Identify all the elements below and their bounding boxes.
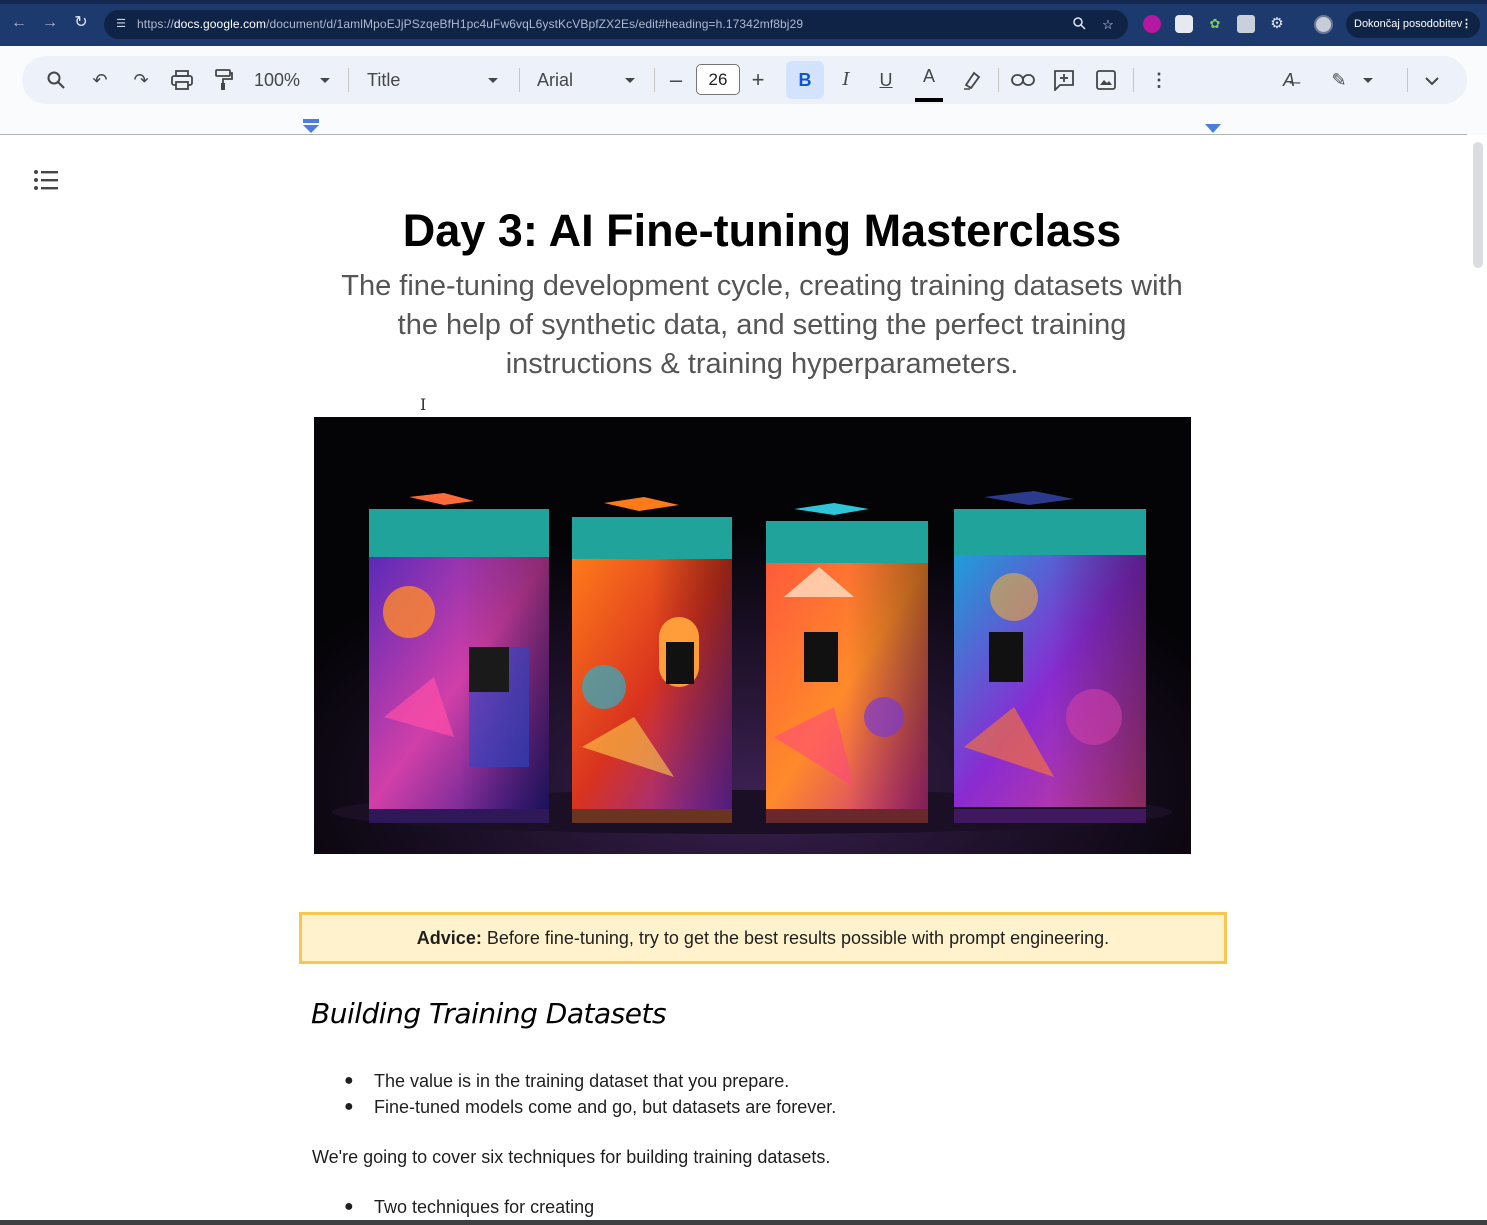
redo-icon[interactable]: ↷ (129, 68, 153, 92)
bullet-icon: ● (344, 1098, 354, 1115)
italic-button[interactable]: I (834, 68, 858, 92)
window-bottom-edge (0, 1220, 1487, 1225)
text-color-swatch (915, 98, 943, 102)
update-button[interactable]: Dokončaj posodobitev ⋮ (1346, 11, 1480, 38)
bullet-list-dataset-value: ● The value is in the training dataset th… (340, 1068, 836, 1120)
bullet-list-techniques: ● Two techniques for creating (340, 1194, 594, 1220)
back-icon[interactable]: ← (10, 14, 28, 32)
bullet-icon: ● (344, 1198, 354, 1215)
extension-red-icon[interactable] (1143, 15, 1161, 33)
address-bar[interactable]: ☰ https://docs.google.com/document/d/1am… (104, 10, 1128, 39)
list-item[interactable]: ● Fine-tuned models come and go, but data… (340, 1094, 836, 1120)
font-size-input[interactable]: 26 (696, 64, 740, 95)
document-subtitle[interactable]: The fine-tuning development cycle, creat… (322, 267, 1202, 384)
increase-font-size-icon[interactable]: + (746, 68, 770, 92)
underline-button[interactable]: U (874, 68, 898, 92)
forward-icon[interactable]: → (41, 14, 59, 32)
extension-wallet-icon[interactable] (1175, 15, 1193, 33)
heading-building-training-datasets[interactable]: Building Training Datasets (311, 996, 667, 1032)
paragraph-style-select[interactable]: Title (367, 68, 400, 92)
hero-image-packaging-boxes[interactable] (314, 417, 1191, 854)
left-indent-marker[interactable] (303, 119, 319, 133)
more-options-icon[interactable]: ⋮ (1147, 68, 1171, 92)
update-label: Dokončaj posodobitev (1354, 18, 1463, 30)
zoom-value[interactable]: 100% (254, 68, 300, 92)
list-item[interactable]: ● The value is in the training dataset th… (340, 1068, 836, 1094)
advice-text: Before fine-tuning, try to get the best … (481, 928, 1110, 948)
extension-green-icon[interactable]: ✿ (1206, 15, 1224, 33)
profile-avatar[interactable] (1314, 15, 1333, 34)
list-item[interactable]: ● Two techniques for creating (340, 1194, 594, 1220)
undo-icon[interactable]: ↶ (88, 68, 112, 92)
paint-format-icon[interactable] (211, 68, 235, 92)
add-comment-icon[interactable] (1052, 68, 1076, 93)
insert-link-icon[interactable] (1011, 68, 1035, 92)
editing-mode-dropdown-icon[interactable] (1363, 78, 1373, 83)
spellcheck-icon[interactable]: A̶ (1277, 68, 1301, 92)
toolbar-divider (1407, 68, 1408, 92)
browser-title-bar: ← → ↻ ☰ https://docs.google.com/document… (0, 0, 1487, 46)
url-prefix: https:// (137, 17, 174, 31)
vertical-scrollbar[interactable] (1467, 135, 1487, 1220)
document-title[interactable]: Day 3: AI Fine-tuning Masterclass (310, 204, 1214, 258)
style-dropdown-icon[interactable] (488, 78, 498, 83)
insert-image-icon[interactable] (1094, 68, 1118, 92)
extension-camera-icon[interactable] (1237, 15, 1255, 33)
bullet-icon: ● (344, 1072, 354, 1089)
more-icon[interactable]: ⋮ (1461, 11, 1472, 38)
docs-toolbar-area: ↶ ↷ 100% Title Arial – 26 + B I U A ⋮ A̶… (0, 46, 1487, 136)
toolbar-divider (998, 68, 999, 92)
list-item-text: Two techniques for creating (374, 1197, 595, 1217)
toolbar-divider (519, 68, 520, 92)
scrollbar-thumb[interactable] (1473, 142, 1483, 268)
right-indent-marker[interactable] (1205, 124, 1221, 133)
print-icon[interactable] (170, 68, 194, 92)
search-menus-icon[interactable] (44, 68, 68, 92)
toolbar-divider (1133, 68, 1134, 92)
font-family-select[interactable]: Arial (537, 68, 573, 92)
extensions-icon[interactable]: ⚙ (1268, 15, 1286, 33)
site-info-icon[interactable]: ☰ (114, 17, 128, 31)
advice-label: Advice: (416, 928, 482, 948)
font-dropdown-icon[interactable] (625, 78, 635, 83)
list-item-text: The value is in the training dataset tha… (374, 1071, 790, 1091)
document-outline-icon[interactable] (33, 168, 59, 192)
zoom-dropdown-icon[interactable] (320, 78, 330, 83)
bold-button[interactable]: B (786, 61, 824, 99)
editing-mode-pencil-icon[interactable]: ✎ (1327, 68, 1351, 92)
toolbar-divider (654, 68, 655, 92)
reload-icon[interactable]: ↻ (72, 14, 90, 32)
text-color-button[interactable]: A (917, 64, 941, 88)
collapse-menus-icon[interactable] (1420, 68, 1444, 92)
url-text[interactable]: https://docs.google.com/document/d/1amlM… (137, 17, 803, 31)
url-domain: docs.google.com (173, 17, 267, 31)
advice-callout[interactable]: Advice: Before fine-tuning, try to get t… (299, 912, 1227, 964)
highlight-color-icon[interactable] (960, 68, 984, 92)
toolbar-divider (348, 68, 349, 92)
paragraph-six-techniques[interactable]: We're going to cover six techniques for … (312, 1144, 830, 1170)
zoom-icon[interactable] (1070, 16, 1088, 34)
tab-strip-edge (0, 0, 1487, 4)
list-item-text: Fine-tuned models come and go, but datas… (374, 1097, 837, 1117)
bookmark-star-icon[interactable]: ☆ (1099, 16, 1117, 34)
decrease-font-size-icon[interactable]: – (664, 68, 688, 92)
url-path: /document/d/1amlMpoEJjPSzqeBfH1pc4uFw6vq… (266, 17, 804, 31)
text-cursor-icon: I (420, 395, 427, 414)
docs-toolbar: ↶ ↷ 100% Title Arial – 26 + B I U A ⋮ A̶… (22, 56, 1467, 104)
